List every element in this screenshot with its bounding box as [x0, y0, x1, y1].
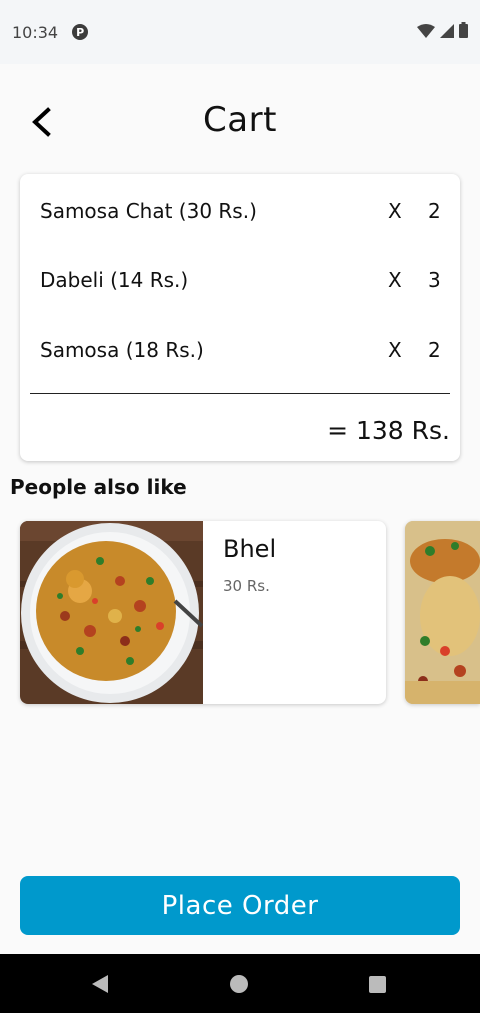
back-triangle-icon[interactable] — [91, 975, 109, 997]
suggestion-price: 30 Rs. — [223, 577, 270, 595]
place-order-button[interactable]: Place Order — [20, 876, 460, 935]
cart-item-qty: 2 — [428, 199, 441, 223]
status-time: 10:34 — [12, 22, 59, 42]
cart-item-multiply: X — [388, 338, 402, 362]
status-icons — [417, 22, 468, 42]
cart-item: Samosa Chat (30 Rs.) X 2 — [40, 191, 441, 231]
system-nav-bar — [0, 954, 480, 1013]
suggestion-name: Bhel — [223, 535, 277, 563]
suggestions-title: People also like — [10, 475, 187, 499]
cart-item: Samosa (18 Rs.) X 2 — [40, 330, 441, 370]
food-image — [405, 521, 480, 704]
cart-item-qty: 2 — [428, 338, 441, 362]
cart-item: Dabeli (14 Rs.) X 3 — [40, 260, 441, 300]
status-bar: 10:34 P — [0, 0, 480, 64]
home-circle-icon[interactable] — [230, 975, 248, 997]
header: Cart — [0, 92, 480, 156]
cart-item-name: Samosa Chat (30 Rs.) — [40, 199, 257, 223]
page-title: Cart — [203, 100, 277, 140]
cart-item-qty: 3 — [428, 268, 441, 292]
suggestion-card-partial[interactable] — [405, 521, 480, 704]
cart-summary-card: Samosa Chat (30 Rs.) X 2 Dabeli (14 Rs.)… — [20, 174, 460, 461]
cart-item-multiply: X — [388, 268, 402, 292]
p-notification-icon: P — [72, 24, 89, 40]
cart-item-multiply: X — [388, 199, 402, 223]
cart-item-name: Samosa (18 Rs.) — [40, 338, 204, 362]
battery-icon — [459, 22, 468, 42]
suggestion-card-bhel[interactable]: Bhel 30 Rs. — [20, 521, 386, 704]
cart-item-name: Dabeli (14 Rs.) — [40, 268, 189, 292]
divider — [30, 393, 450, 394]
cart-total: = 138 Rs. — [327, 416, 450, 445]
suggestion-info: Bhel 30 Rs. — [203, 521, 296, 704]
signal-icon — [440, 23, 454, 42]
bhel-image — [20, 521, 203, 704]
recents-square-icon[interactable] — [369, 976, 386, 997]
wifi-icon — [417, 23, 435, 42]
